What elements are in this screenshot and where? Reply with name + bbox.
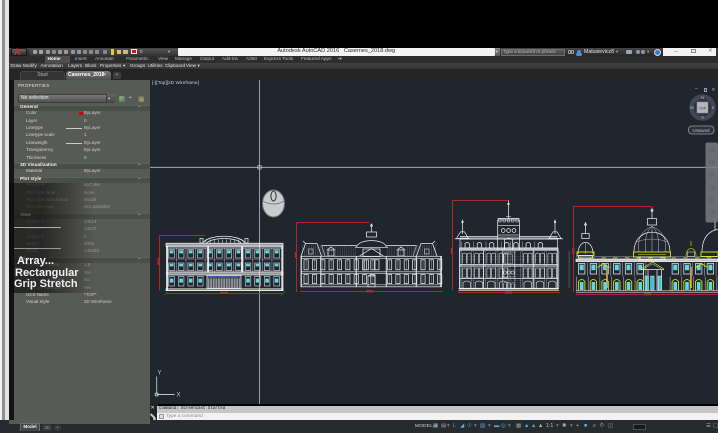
svg-text:W: W (690, 105, 694, 110)
svg-text:E: E (712, 105, 715, 110)
svg-text:Unsaved: Unsaved (693, 128, 711, 133)
svg-text:Y: Y (158, 371, 162, 377)
svg-text:X: X (177, 393, 181, 399)
svg-text:TOP: TOP (699, 107, 707, 111)
